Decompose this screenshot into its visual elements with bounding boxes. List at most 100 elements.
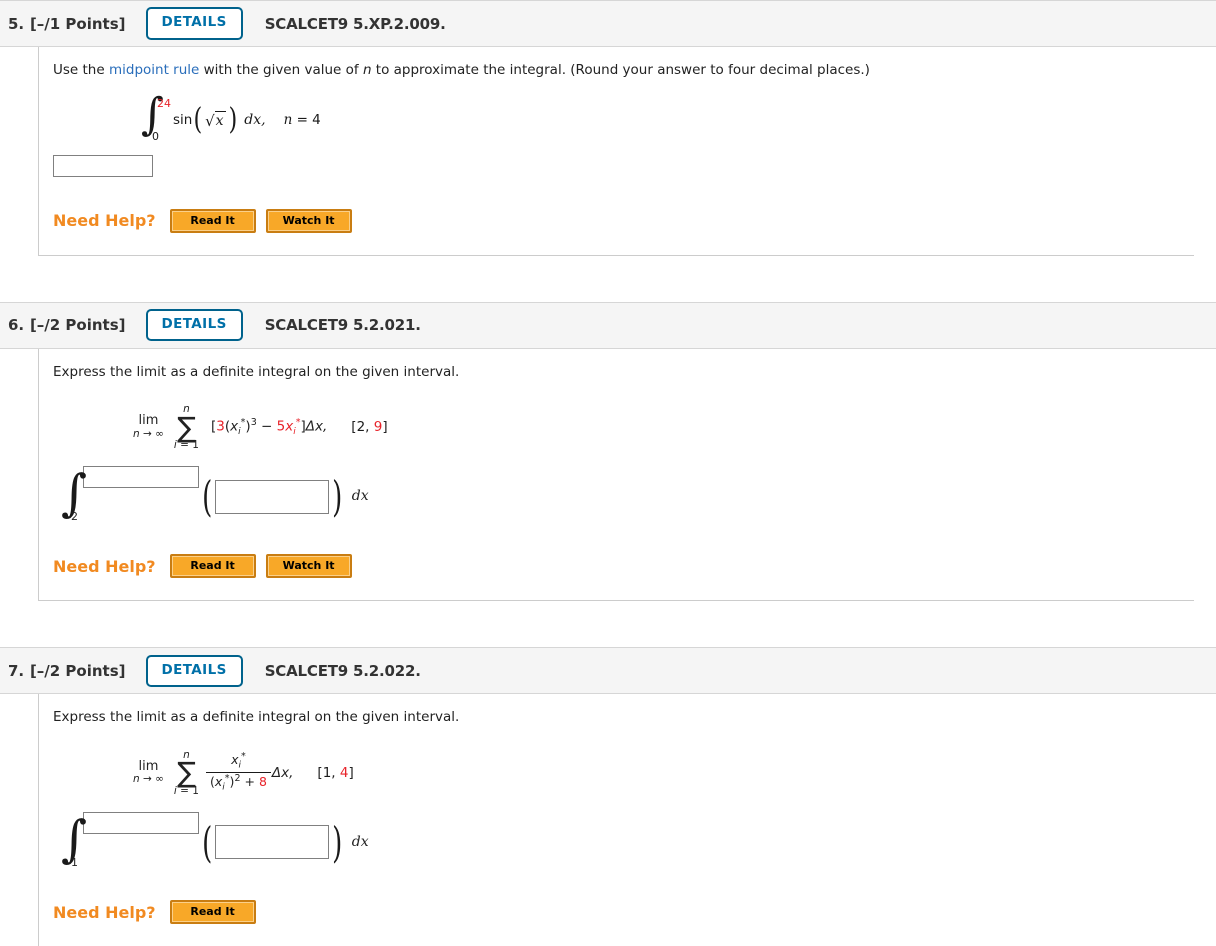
problem-5-details-button[interactable]: DETAILS xyxy=(145,7,243,40)
minus-operator: − xyxy=(261,418,273,435)
answer-integral-lower-limit: 2 xyxy=(71,510,78,524)
problem-7-details-button[interactable]: DETAILS xyxy=(145,654,243,688)
answer-differential-dx: dx xyxy=(351,488,369,505)
problem-7-header: 7. [–/2 Points] DETAILS SCALCET9 5.2.022… xyxy=(0,647,1216,695)
left-paren-icon: ( xyxy=(193,101,203,137)
sigma-icon: ∑ xyxy=(177,410,196,444)
problem-6-prompt: Express the limit as a definite integral… xyxy=(53,363,460,380)
limit-group: lim n → ∞ n ∑ i = 1 xyxy=(133,750,205,796)
problem-6-integrand-input[interactable] xyxy=(215,479,330,514)
midpoint-rule-link[interactable]: midpoint rule xyxy=(109,62,199,78)
read-it-button[interactable]: Read It xyxy=(169,900,256,925)
problem-5-number: 5. xyxy=(8,14,24,33)
answer-integrand-group: ( ) xyxy=(199,818,346,868)
problem-6: 6. [–/2 Points] DETAILS SCALCET9 5.2.021… xyxy=(0,301,1216,648)
fraction-numerator: xi* xyxy=(227,752,250,772)
problem-6-gutter xyxy=(0,349,38,602)
problem-6-points: [–/2 Points] xyxy=(29,316,126,335)
problem-7-gutter xyxy=(0,694,38,946)
lim-label: lim xyxy=(138,759,159,775)
condition-value: 4 xyxy=(312,111,321,128)
interval-lower: 2 xyxy=(356,419,366,436)
lim-column: lim n → ∞ xyxy=(133,759,168,786)
answer-upper-stack xyxy=(83,812,199,835)
sine-function-group: sin ( √ x ) xyxy=(173,101,238,137)
denominator-constant: 8 xyxy=(258,774,267,790)
x-subscript-2: i xyxy=(293,427,296,438)
coefficient-b: 5 xyxy=(276,418,286,435)
lim-sub-variable: n xyxy=(133,773,140,786)
prompt-text-3: to approximate the integral. (Round your… xyxy=(371,62,870,78)
answer-right-paren-icon: ) xyxy=(332,472,343,522)
need-help-label: Need Help? xyxy=(53,211,156,231)
problem-5-integral-expression: ∫ 24 0 sin ( √ x ) dx, n = 4 xyxy=(53,92,1194,143)
condition-equals: = xyxy=(296,111,308,128)
read-it-button[interactable]: Read It xyxy=(169,208,256,233)
coefficient-a: 3 xyxy=(216,418,225,435)
problem-7-need-help: Need Help? Read It xyxy=(53,892,1194,925)
cube-exponent: 3 xyxy=(250,417,257,429)
right-paren-icon: ) xyxy=(227,101,237,137)
prompt-text-2: with the given value of xyxy=(199,62,363,78)
answer-upper-stack xyxy=(83,466,199,489)
problem-7-content: Express the limit as a definite integral… xyxy=(38,694,1194,946)
numerator-star: * xyxy=(241,751,246,763)
problem-7-upper-limit-input[interactable] xyxy=(83,812,199,835)
numerator-x: x xyxy=(231,752,239,768)
problem-5-gutter xyxy=(0,47,38,256)
problem-6-need-help: Need Help? Read It Watch It xyxy=(53,546,1194,579)
problem-6-interval: [2, 9] xyxy=(327,419,387,435)
radicand-x: x xyxy=(214,110,226,129)
integral-lower-limit: 0 xyxy=(152,129,159,143)
lim-subscript: n → ∞ xyxy=(133,427,164,441)
prompt-text-1: Use the xyxy=(53,62,109,78)
limit-group: lim n → ∞ n ∑ i = 1 xyxy=(133,404,205,450)
summand-expression: [3(xi*)3 − 5xi*]Δx, xyxy=(205,417,327,437)
denominator-exponent: 2 xyxy=(234,773,241,785)
problem-5-points: [–/1 Points] xyxy=(29,14,126,33)
problem-5-content: Use the midpoint rule with the given val… xyxy=(38,47,1194,256)
problem-6-details-button[interactable]: DETAILS xyxy=(145,308,243,342)
problem-6-answer-expression: ∫ 2 ( ) dx xyxy=(53,462,1194,524)
lim-sub-arrow: → ∞ xyxy=(143,427,164,440)
lim-column: lim n → ∞ xyxy=(133,413,168,441)
problem-6-header: 6. [–/2 Points] DETAILS SCALCET9 5.2.021… xyxy=(0,301,1216,349)
watch-it-button[interactable]: Watch It xyxy=(265,208,352,233)
problem-5-code: SCALCET9 5.XP.2.009. xyxy=(264,14,446,33)
sigma-index-variable: i xyxy=(173,438,177,451)
problem-7-answer-expression: ∫ 1 ( ) dx xyxy=(53,808,1194,869)
watch-it-button[interactable]: Watch It xyxy=(265,554,352,579)
problem-5-prompt: Use the midpoint rule with the given val… xyxy=(53,61,1194,85)
problem-6-gap xyxy=(0,601,1216,648)
differential-dx: dx, xyxy=(244,111,266,128)
sigma-lower-limit: i = 1 xyxy=(173,784,199,797)
interval-lower: 1 xyxy=(322,764,332,781)
problem-7-number: 7. xyxy=(8,661,24,680)
problem-6-number: 6. xyxy=(8,316,24,335)
answer-left-paren-icon: ( xyxy=(202,818,213,868)
problem-5-need-help: Need Help? Read It Watch It xyxy=(53,201,1194,233)
problem-7-interval: [1, 4] xyxy=(293,765,353,781)
answer-left-paren-icon: ( xyxy=(202,472,213,522)
answer-right-paren-icon: ) xyxy=(332,818,343,868)
problem-6-upper-limit-input[interactable] xyxy=(83,466,199,489)
problem-7-points: [–/2 Points] xyxy=(29,661,126,680)
numerator-subscript: i xyxy=(238,761,242,772)
lim-sub-arrow: → ∞ xyxy=(143,773,164,786)
sigma-index-variable: i xyxy=(173,784,177,797)
problem-5-answer-input[interactable] xyxy=(53,154,153,177)
summand-fraction: xi* (xi*)2 + 8 xyxy=(205,752,272,793)
interval-close-bracket: ] xyxy=(382,419,388,436)
read-it-button[interactable]: Read It xyxy=(169,554,256,579)
radical-icon: √ xyxy=(205,111,215,130)
sin-label: sin xyxy=(173,111,193,128)
problem-7-integrand-input[interactable] xyxy=(215,825,330,860)
answer-integral-sign-group: ∫ 1 xyxy=(61,812,87,869)
delta-x: Δx, xyxy=(271,764,294,781)
integral-upper-limit: 24 xyxy=(157,96,171,110)
condition-variable: n xyxy=(283,111,293,128)
problem-5-answer-row xyxy=(53,154,1194,177)
problem-5-gap xyxy=(0,255,1216,302)
problem-7-body: Express the limit as a definite integral… xyxy=(0,694,1216,946)
problem-6-limit-expression: lim n → ∞ n ∑ i = 1 [3(xi*)3 − 5xi*]Δx, … xyxy=(53,404,1194,450)
